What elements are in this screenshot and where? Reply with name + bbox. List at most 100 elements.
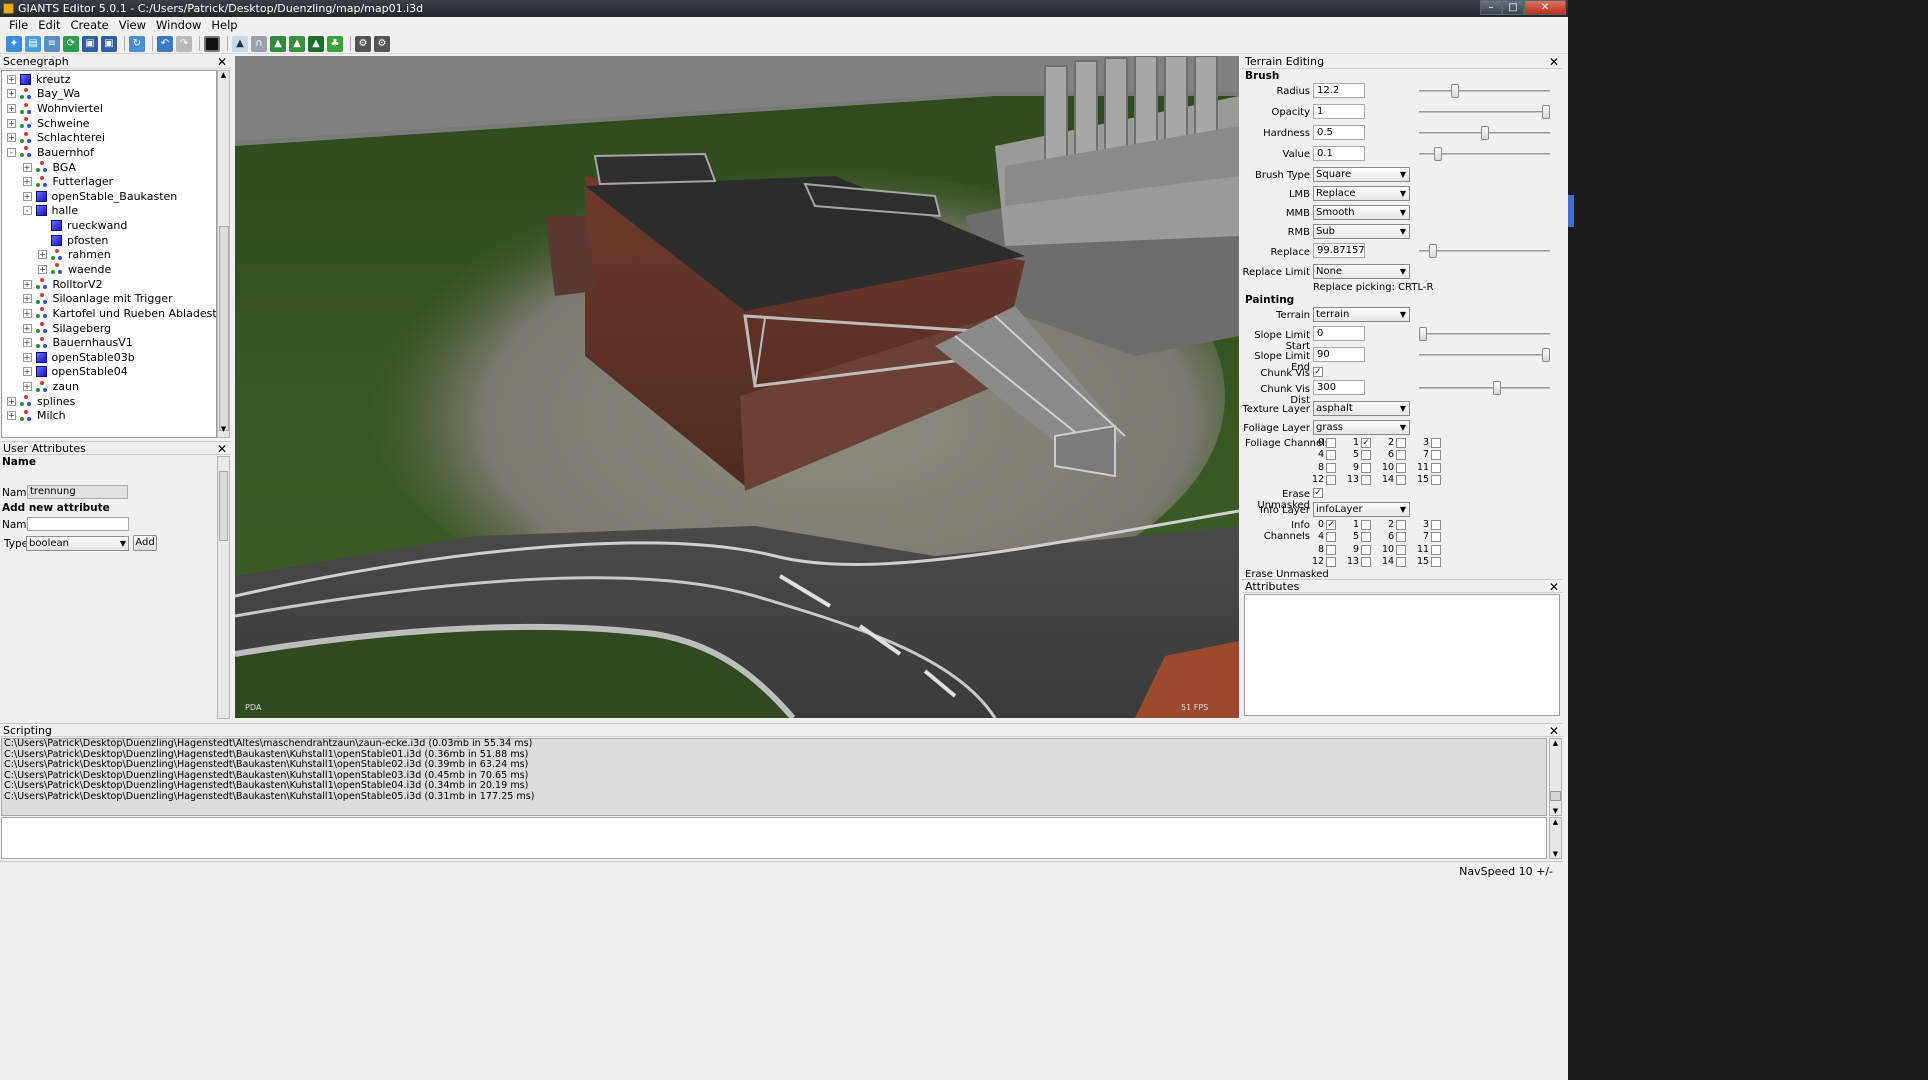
lmb-select[interactable]: Replace ▼ bbox=[1313, 186, 1410, 201]
expand-icon[interactable]: + bbox=[38, 250, 47, 260]
foliage-channel-checkbox[interactable] bbox=[1431, 450, 1441, 461]
foliage-channel-checkbox[interactable] bbox=[1361, 462, 1371, 473]
foliage-layer-select[interactable]: grass ▼ bbox=[1313, 420, 1410, 435]
menu-help[interactable]: Help bbox=[206, 17, 242, 34]
expand-icon[interactable]: + bbox=[22, 352, 32, 362]
erase-unmasked-checkbox[interactable]: ✓ bbox=[1313, 488, 1323, 498]
replace-limit-select[interactable]: None ▼ bbox=[1313, 264, 1410, 279]
slope-limit-start-input[interactable]: 0 bbox=[1313, 326, 1365, 341]
tree-node[interactable]: + Futterlager bbox=[22, 174, 113, 189]
info-layer-select[interactable]: infoLayer ▼ bbox=[1313, 502, 1410, 517]
input-scrollbar[interactable]: ▲ ▼ bbox=[1549, 817, 1562, 859]
tree-node[interactable]: + RolltorV2 bbox=[22, 277, 103, 292]
user-attributes-scrollbar[interactable] bbox=[217, 456, 230, 719]
tree-node[interactable]: + BauernhausV1 bbox=[22, 335, 133, 350]
scroll-down-icon[interactable]: ▼ bbox=[1550, 807, 1561, 815]
expand-icon[interactable]: + bbox=[38, 264, 47, 274]
save-all-icon[interactable]: ▣ bbox=[101, 35, 117, 52]
expand-icon[interactable] bbox=[38, 221, 47, 230]
slope-limit-end-input[interactable]: 90 bbox=[1313, 347, 1365, 362]
expand-icon[interactable]: + bbox=[22, 177, 32, 187]
info-channel-checkbox[interactable] bbox=[1361, 557, 1371, 568]
slider-knob[interactable] bbox=[1481, 126, 1489, 140]
info-channel-checkbox[interactable] bbox=[1431, 557, 1441, 568]
tree-node[interactable]: + openStable_Baukasten bbox=[22, 189, 177, 204]
tree-node[interactable]: + kreutz bbox=[7, 72, 70, 87]
tree-node[interactable]: + Silageberg bbox=[22, 321, 111, 336]
stop-icon[interactable] bbox=[204, 35, 220, 52]
scenegraph-scrollbar[interactable]: ▲ ▼ bbox=[217, 70, 230, 438]
tree-node[interactable]: + rahmen bbox=[38, 248, 111, 263]
scrollbar-thumb[interactable] bbox=[219, 471, 228, 541]
opacity-slider[interactable] bbox=[1419, 105, 1550, 119]
foliage-channel-checkbox[interactable] bbox=[1326, 438, 1336, 448]
menu-view[interactable]: View bbox=[114, 17, 151, 34]
slider-knob[interactable] bbox=[1419, 327, 1427, 341]
scroll-up-icon[interactable]: ▲ bbox=[218, 71, 229, 83]
expand-icon[interactable] bbox=[38, 236, 47, 245]
tree-node[interactable]: pfosten bbox=[38, 233, 108, 248]
info-channel-checkbox[interactable] bbox=[1396, 520, 1406, 530]
info-channel-checkbox[interactable]: ✓ bbox=[1326, 520, 1336, 530]
expand-icon[interactable]: + bbox=[22, 191, 32, 201]
tree-node[interactable]: + Schlachterei bbox=[7, 131, 105, 146]
value-slider[interactable] bbox=[1419, 147, 1550, 161]
foliage-channel-checkbox[interactable] bbox=[1326, 475, 1336, 486]
chunk-vis-dist-slider[interactable] bbox=[1419, 381, 1550, 395]
tree-node[interactable]: + Wohnviertel bbox=[7, 101, 103, 116]
minimize-button[interactable]: – bbox=[1480, 0, 1502, 15]
tree-node[interactable]: + Schweine bbox=[7, 116, 90, 131]
log-scrollbar[interactable]: ▲ ▼ bbox=[1549, 738, 1562, 816]
scenegraph-tree[interactable]: + kreutz + Bay_Wa + Wohnviertel + Schweine + Schl… bbox=[1, 70, 217, 438]
scrollbar-thumb[interactable] bbox=[219, 226, 229, 431]
expand-icon[interactable]: + bbox=[7, 411, 16, 421]
collapse-icon[interactable]: - bbox=[7, 147, 16, 157]
tree-node[interactable]: + openStable03b bbox=[22, 350, 135, 365]
foliage-icon[interactable]: ♣ bbox=[327, 35, 343, 52]
maximize-button[interactable]: □ bbox=[1502, 0, 1524, 15]
radius-slider[interactable] bbox=[1419, 84, 1550, 98]
tree-node[interactable]: + Bay_Wa bbox=[7, 87, 80, 102]
expand-icon[interactable]: + bbox=[22, 382, 32, 392]
info-channel-checkbox[interactable] bbox=[1396, 532, 1406, 543]
foliage-channel-checkbox[interactable] bbox=[1361, 475, 1371, 486]
slider-knob[interactable] bbox=[1429, 244, 1437, 258]
info-channel-checkbox[interactable] bbox=[1361, 520, 1371, 530]
terrain-sculpt-icon[interactable]: ▲ bbox=[270, 35, 286, 52]
undo-icon[interactable]: ↶ bbox=[157, 35, 173, 52]
tree-node[interactable]: + splines bbox=[7, 394, 75, 409]
script-input[interactable] bbox=[1, 817, 1547, 859]
terrain-select[interactable]: terrain ▼ bbox=[1313, 307, 1410, 322]
foliage-channel-checkbox[interactable]: ✓ bbox=[1361, 438, 1371, 448]
info-channel-checkbox[interactable] bbox=[1396, 557, 1406, 568]
tree-node[interactable]: - halle bbox=[22, 204, 78, 219]
scroll-up-icon[interactable]: ▲ bbox=[1550, 818, 1561, 826]
info-channel-checkbox[interactable] bbox=[1431, 532, 1441, 543]
transform-icon[interactable]: ∩ bbox=[251, 35, 267, 52]
expand-icon[interactable]: + bbox=[22, 162, 32, 172]
expand-icon[interactable]: + bbox=[7, 133, 16, 143]
info-channel-checkbox[interactable] bbox=[1361, 532, 1371, 543]
expand-icon[interactable]: + bbox=[7, 396, 16, 406]
info-channel-checkbox[interactable] bbox=[1326, 544, 1336, 555]
tree-node[interactable]: rueckwand bbox=[38, 218, 127, 233]
expand-icon[interactable]: + bbox=[22, 367, 32, 377]
foliage-channel-checkbox[interactable] bbox=[1431, 475, 1441, 486]
new-icon[interactable]: ✦ bbox=[6, 35, 22, 52]
close-icon[interactable]: ✕ bbox=[1549, 580, 1559, 594]
collapse-icon[interactable]: - bbox=[22, 206, 32, 216]
replace-input[interactable]: 99.87157 bbox=[1313, 243, 1365, 258]
slider-knob[interactable] bbox=[1542, 348, 1550, 362]
menu-file[interactable]: File bbox=[4, 17, 33, 34]
expand-icon[interactable]: + bbox=[7, 74, 16, 84]
replace-slider[interactable] bbox=[1419, 244, 1550, 258]
info-channel-checkbox[interactable] bbox=[1326, 557, 1336, 568]
chunk-vis-checkbox[interactable]: ✓ bbox=[1313, 367, 1323, 377]
info-channel-checkbox[interactable] bbox=[1396, 544, 1406, 555]
menu-create[interactable]: Create bbox=[66, 17, 114, 34]
menu-window[interactable]: Window bbox=[151, 17, 206, 34]
close-icon[interactable]: ✕ bbox=[217, 55, 227, 69]
tree-node[interactable]: + Kartofel und Rueben Abladestation bbox=[22, 306, 216, 321]
slider-knob[interactable] bbox=[1434, 147, 1442, 161]
scroll-down-icon[interactable]: ▼ bbox=[1550, 850, 1561, 858]
